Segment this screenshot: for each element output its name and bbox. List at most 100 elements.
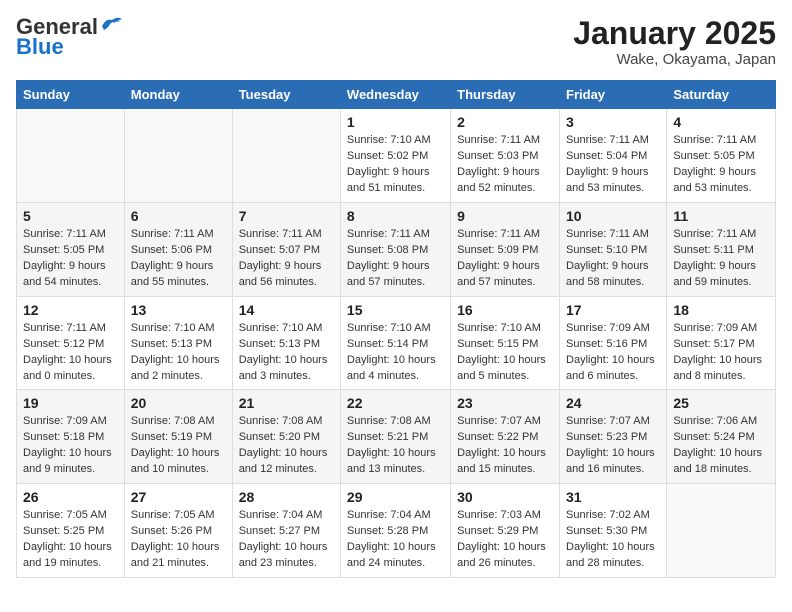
calendar-cell: 15Sunrise: 7:10 AM Sunset: 5:14 PM Dayli… bbox=[340, 296, 450, 390]
day-info: Sunrise: 7:11 AM Sunset: 5:03 PM Dayligh… bbox=[457, 133, 553, 197]
location: Wake, Okayama, Japan bbox=[573, 51, 776, 68]
calendar-cell: 30 Sunrise: 7:03 AM Sunset: 5:29 PM Dayli… bbox=[451, 484, 560, 578]
day-number: 30 bbox=[457, 489, 553, 505]
day-info: Sunrise: 7:09 AM Sunset: 5:18 PM Dayligh… bbox=[23, 414, 118, 478]
day-info: Sunrise: 7:08 AM Sunset: 5:19 PM Dayligh… bbox=[131, 414, 226, 478]
calendar-cell: 8Sunrise: 7:11 AM Sunset: 5:08 PM Daylig… bbox=[340, 202, 450, 296]
calendar-week-3: 12 Sunrise: 7:11 AM Sunset: 5:12 PM Dayli… bbox=[17, 296, 776, 390]
day-info: Sunrise: 7:11 AM Sunset: 5:12 PM Dayligh… bbox=[23, 321, 118, 385]
day-number: 14 bbox=[239, 302, 334, 318]
day-info: Sunrise: 7:09 AM Sunset: 5:17 PM Dayligh… bbox=[673, 321, 769, 385]
day-info: Sunrise: 7:11 AM Sunset: 5:10 PM Dayligh… bbox=[566, 227, 660, 291]
day-number: 11 bbox=[673, 208, 769, 224]
calendar-table: SundayMondayTuesdayWednesdayThursdayFrid… bbox=[16, 80, 776, 578]
day-number: 24 bbox=[566, 395, 660, 411]
day-number: 31 bbox=[566, 489, 660, 505]
calendar-cell bbox=[17, 109, 125, 203]
day-info: Sunrise: 7:07 AM Sunset: 5:22 PM Dayligh… bbox=[457, 414, 553, 478]
calendar-cell: 26Sunrise: 7:05 AM Sunset: 5:25 PM Dayli… bbox=[17, 484, 125, 578]
calendar-week-2: 5 Sunrise: 7:11 AM Sunset: 5:05 PM Daylig… bbox=[17, 202, 776, 296]
day-info: Sunrise: 7:04 AM Sunset: 5:27 PM Dayligh… bbox=[239, 508, 334, 572]
day-number: 18 bbox=[673, 302, 769, 318]
day-number: 10 bbox=[566, 208, 660, 224]
calendar-cell: 18 Sunrise: 7:09 AM Sunset: 5:17 PM Dayli… bbox=[667, 296, 776, 390]
day-number: 2 bbox=[457, 114, 553, 130]
calendar-cell: 25 Sunrise: 7:06 AM Sunset: 5:24 PM Dayli… bbox=[667, 390, 776, 484]
calendar-header-row: SundayMondayTuesdayWednesdayThursdayFrid… bbox=[17, 81, 776, 109]
title-block: January 2025 Wake, Okayama, Japan bbox=[573, 16, 776, 68]
day-info: Sunrise: 7:11 AM Sunset: 5:05 PM Dayligh… bbox=[23, 227, 118, 291]
calendar-cell: 1 Sunrise: 7:10 AM Sunset: 5:02 PM Daylig… bbox=[340, 109, 450, 203]
logo-blue: Blue bbox=[16, 36, 64, 58]
day-number: 25 bbox=[673, 395, 769, 411]
page-header: General Blue January 2025 Wake, Okayama,… bbox=[16, 16, 776, 68]
header-sunday: Sunday bbox=[17, 81, 125, 109]
calendar-cell: 5 Sunrise: 7:11 AM Sunset: 5:05 PM Daylig… bbox=[17, 202, 125, 296]
day-number: 12 bbox=[23, 302, 118, 318]
calendar-cell: 4 Sunrise: 7:11 AM Sunset: 5:05 PM Daylig… bbox=[667, 109, 776, 203]
day-info: Sunrise: 7:10 AM Sunset: 5:13 PM Dayligh… bbox=[239, 321, 334, 385]
day-info: Sunrise: 7:03 AM Sunset: 5:29 PM Dayligh… bbox=[457, 508, 553, 572]
day-info: Sunrise: 7:11 AM Sunset: 5:09 PM Dayligh… bbox=[457, 227, 553, 291]
day-info: Sunrise: 7:11 AM Sunset: 5:05 PM Dayligh… bbox=[673, 133, 769, 197]
calendar-week-5: 26Sunrise: 7:05 AM Sunset: 5:25 PM Dayli… bbox=[17, 484, 776, 578]
header-thursday: Thursday bbox=[451, 81, 560, 109]
calendar-cell: 22Sunrise: 7:08 AM Sunset: 5:21 PM Dayli… bbox=[340, 390, 450, 484]
logo-bird-icon bbox=[100, 16, 122, 34]
day-info: Sunrise: 7:06 AM Sunset: 5:24 PM Dayligh… bbox=[673, 414, 769, 478]
calendar-cell bbox=[667, 484, 776, 578]
header-friday: Friday bbox=[560, 81, 667, 109]
day-number: 5 bbox=[23, 208, 118, 224]
day-number: 7 bbox=[239, 208, 334, 224]
day-info: Sunrise: 7:11 AM Sunset: 5:11 PM Dayligh… bbox=[673, 227, 769, 291]
header-wednesday: Wednesday bbox=[340, 81, 450, 109]
day-number: 20 bbox=[131, 395, 226, 411]
calendar-cell: 23 Sunrise: 7:07 AM Sunset: 5:22 PM Dayli… bbox=[451, 390, 560, 484]
header-monday: Monday bbox=[124, 81, 232, 109]
month-title: January 2025 bbox=[573, 16, 776, 51]
calendar-cell: 27Sunrise: 7:05 AM Sunset: 5:26 PM Dayli… bbox=[124, 484, 232, 578]
day-info: Sunrise: 7:07 AM Sunset: 5:23 PM Dayligh… bbox=[566, 414, 660, 478]
calendar-cell bbox=[232, 109, 340, 203]
day-number: 1 bbox=[347, 114, 444, 130]
day-info: Sunrise: 7:10 AM Sunset: 5:02 PM Dayligh… bbox=[347, 133, 444, 197]
day-info: Sunrise: 7:05 AM Sunset: 5:25 PM Dayligh… bbox=[23, 508, 118, 572]
calendar-week-1: 1 Sunrise: 7:10 AM Sunset: 5:02 PM Daylig… bbox=[17, 109, 776, 203]
calendar-cell: 17Sunrise: 7:09 AM Sunset: 5:16 PM Dayli… bbox=[560, 296, 667, 390]
calendar-cell: 28 Sunrise: 7:04 AM Sunset: 5:27 PM Dayli… bbox=[232, 484, 340, 578]
day-number: 3 bbox=[566, 114, 660, 130]
calendar-cell: 31Sunrise: 7:02 AM Sunset: 5:30 PM Dayli… bbox=[560, 484, 667, 578]
day-info: Sunrise: 7:10 AM Sunset: 5:14 PM Dayligh… bbox=[347, 321, 444, 385]
day-info: Sunrise: 7:11 AM Sunset: 5:06 PM Dayligh… bbox=[131, 227, 226, 291]
calendar-cell: 12 Sunrise: 7:11 AM Sunset: 5:12 PM Dayli… bbox=[17, 296, 125, 390]
day-number: 9 bbox=[457, 208, 553, 224]
day-number: 28 bbox=[239, 489, 334, 505]
calendar-cell: 6Sunrise: 7:11 AM Sunset: 5:06 PM Daylig… bbox=[124, 202, 232, 296]
day-number: 17 bbox=[566, 302, 660, 318]
day-info: Sunrise: 7:11 AM Sunset: 5:08 PM Dayligh… bbox=[347, 227, 444, 291]
day-info: Sunrise: 7:05 AM Sunset: 5:26 PM Dayligh… bbox=[131, 508, 226, 572]
day-number: 21 bbox=[239, 395, 334, 411]
day-info: Sunrise: 7:10 AM Sunset: 5:15 PM Dayligh… bbox=[457, 321, 553, 385]
calendar-cell: 7 Sunrise: 7:11 AM Sunset: 5:07 PM Daylig… bbox=[232, 202, 340, 296]
calendar-cell: 9 Sunrise: 7:11 AM Sunset: 5:09 PM Daylig… bbox=[451, 202, 560, 296]
day-number: 19 bbox=[23, 395, 118, 411]
day-info: Sunrise: 7:08 AM Sunset: 5:21 PM Dayligh… bbox=[347, 414, 444, 478]
day-info: Sunrise: 7:11 AM Sunset: 5:04 PM Dayligh… bbox=[566, 133, 660, 197]
calendar-cell: 29Sunrise: 7:04 AM Sunset: 5:28 PM Dayli… bbox=[340, 484, 450, 578]
day-number: 4 bbox=[673, 114, 769, 130]
day-info: Sunrise: 7:11 AM Sunset: 5:07 PM Dayligh… bbox=[239, 227, 334, 291]
calendar-cell: 10 Sunrise: 7:11 AM Sunset: 5:10 PM Dayli… bbox=[560, 202, 667, 296]
logo: General Blue bbox=[16, 16, 122, 58]
day-number: 16 bbox=[457, 302, 553, 318]
calendar-cell: 24 Sunrise: 7:07 AM Sunset: 5:23 PM Dayli… bbox=[560, 390, 667, 484]
day-number: 23 bbox=[457, 395, 553, 411]
calendar-cell bbox=[124, 109, 232, 203]
header-saturday: Saturday bbox=[667, 81, 776, 109]
day-number: 13 bbox=[131, 302, 226, 318]
calendar-cell: 14 Sunrise: 7:10 AM Sunset: 5:13 PM Dayli… bbox=[232, 296, 340, 390]
day-info: Sunrise: 7:10 AM Sunset: 5:13 PM Dayligh… bbox=[131, 321, 226, 385]
calendar-cell: 16 Sunrise: 7:10 AM Sunset: 5:15 PM Dayli… bbox=[451, 296, 560, 390]
calendar-cell: 11 Sunrise: 7:11 AM Sunset: 5:11 PM Dayli… bbox=[667, 202, 776, 296]
calendar-cell: 13 Sunrise: 7:10 AM Sunset: 5:13 PM Dayli… bbox=[124, 296, 232, 390]
